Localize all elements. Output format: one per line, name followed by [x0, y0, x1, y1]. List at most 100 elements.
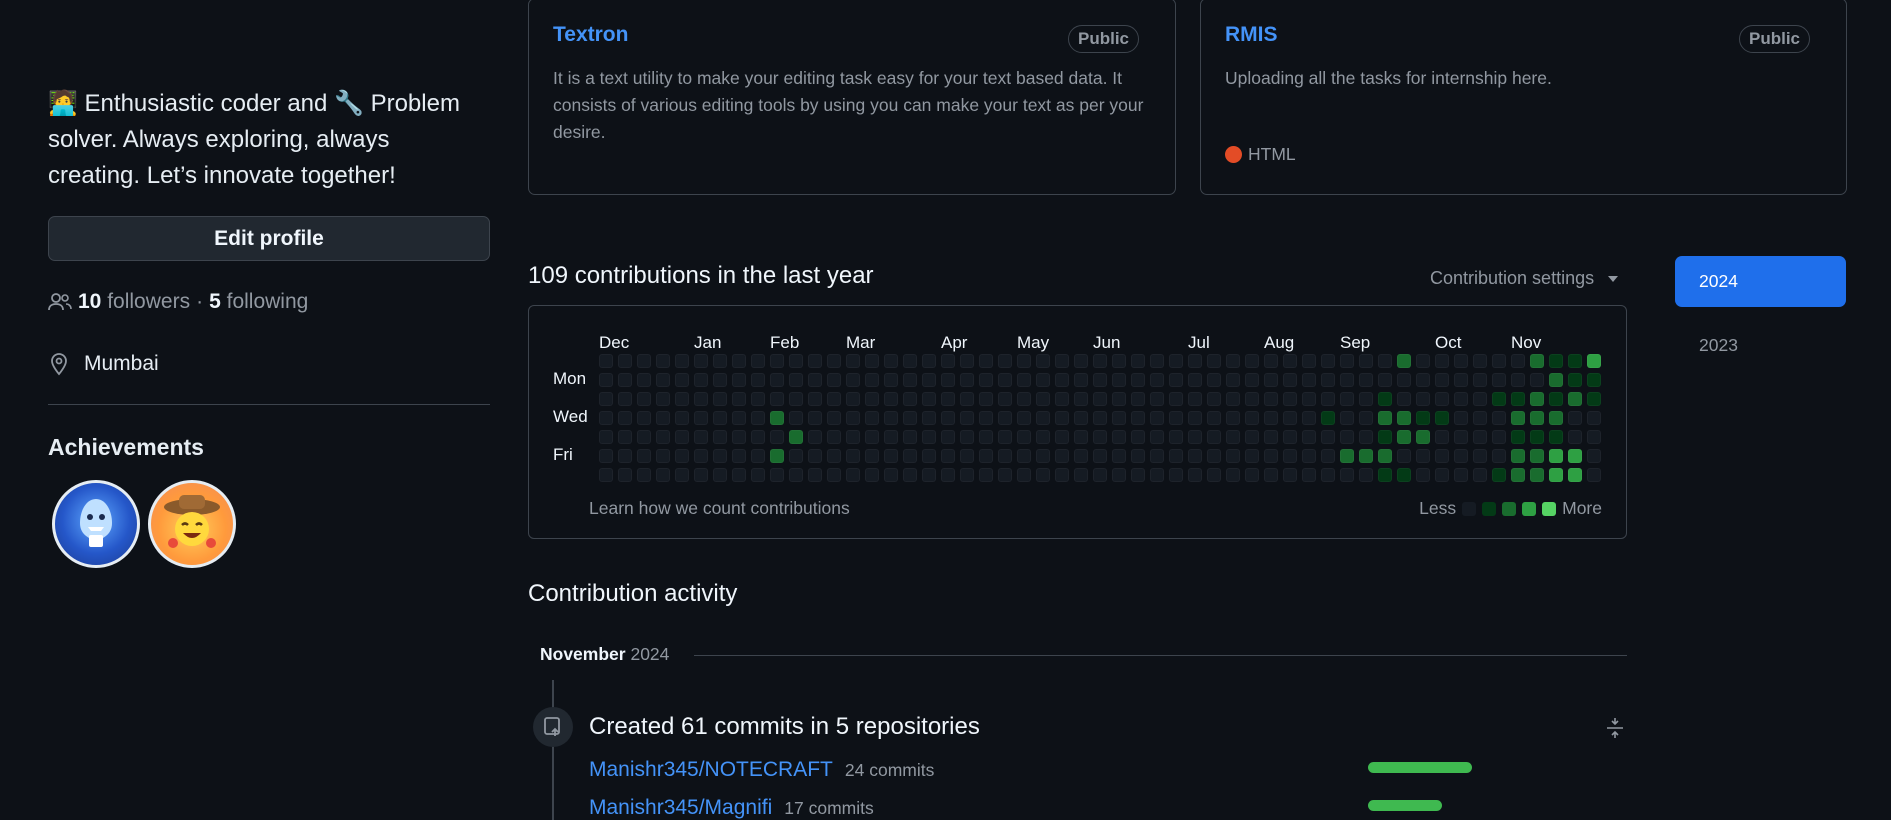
- contribution-day-cell[interactable]: [618, 354, 632, 368]
- contribution-day-cell[interactable]: [1359, 373, 1373, 387]
- contribution-day-cell[interactable]: [675, 430, 689, 444]
- contribution-day-cell[interactable]: [694, 449, 708, 463]
- contribution-day-cell[interactable]: [1473, 392, 1487, 406]
- edit-profile-button[interactable]: Edit profile: [48, 216, 490, 261]
- contribution-day-cell[interactable]: [1207, 354, 1221, 368]
- contribution-day-cell[interactable]: [1397, 468, 1411, 482]
- contribution-day-cell[interactable]: [713, 373, 727, 387]
- contribution-day-cell[interactable]: [1416, 411, 1430, 425]
- contribution-day-cell[interactable]: [1549, 468, 1563, 482]
- contribution-day-cell[interactable]: [637, 430, 651, 444]
- contribution-day-cell[interactable]: [1302, 449, 1316, 463]
- contribution-day-cell[interactable]: [1511, 392, 1525, 406]
- contribution-day-cell[interactable]: [1055, 392, 1069, 406]
- contribution-day-cell[interactable]: [1416, 392, 1430, 406]
- contribution-day-cell[interactable]: [1264, 468, 1278, 482]
- contribution-day-cell[interactable]: [808, 373, 822, 387]
- contribution-day-cell[interactable]: [1169, 392, 1183, 406]
- contribution-day-cell[interactable]: [1321, 392, 1335, 406]
- contribution-day-cell[interactable]: [1207, 430, 1221, 444]
- activity-repo-link[interactable]: Manishr345/NOTECRAFT: [589, 758, 833, 782]
- contribution-day-cell[interactable]: [941, 411, 955, 425]
- contribution-day-cell[interactable]: [1549, 411, 1563, 425]
- contribution-day-cell[interactable]: [960, 392, 974, 406]
- contribution-day-cell[interactable]: [1530, 449, 1544, 463]
- contribution-day-cell[interactable]: [1454, 354, 1468, 368]
- contribution-day-cell[interactable]: [599, 392, 613, 406]
- contribution-day-cell[interactable]: [770, 430, 784, 444]
- contribution-day-cell[interactable]: [922, 468, 936, 482]
- contribution-day-cell[interactable]: [1112, 392, 1126, 406]
- contribution-day-cell[interactable]: [1036, 373, 1050, 387]
- contribution-day-cell[interactable]: [922, 411, 936, 425]
- contribution-day-cell[interactable]: [884, 411, 898, 425]
- contribution-day-cell[interactable]: [1131, 449, 1145, 463]
- repo-link-textron[interactable]: Textron: [553, 23, 628, 47]
- cowboy-achievement-icon[interactable]: [148, 480, 236, 568]
- activity-repo-link[interactable]: Manishr345/Magnifi: [589, 796, 772, 820]
- contribution-day-cell[interactable]: [1074, 411, 1088, 425]
- contribution-day-cell[interactable]: [1435, 411, 1449, 425]
- contribution-day-cell[interactable]: [637, 449, 651, 463]
- contribution-day-cell[interactable]: [922, 449, 936, 463]
- contribution-day-cell[interactable]: [1169, 411, 1183, 425]
- contribution-day-cell[interactable]: [1454, 449, 1468, 463]
- contribution-day-cell[interactable]: [1549, 430, 1563, 444]
- contribution-day-cell[interactable]: [1321, 430, 1335, 444]
- contribution-day-cell[interactable]: [1568, 373, 1582, 387]
- contribution-day-cell[interactable]: [1340, 430, 1354, 444]
- contribution-day-cell[interactable]: [1378, 373, 1392, 387]
- contribution-day-cell[interactable]: [1397, 373, 1411, 387]
- contribution-day-cell[interactable]: [1416, 449, 1430, 463]
- contribution-day-cell[interactable]: [998, 411, 1012, 425]
- contribution-day-cell[interactable]: [1264, 411, 1278, 425]
- contribution-day-cell[interactable]: [1549, 373, 1563, 387]
- contribution-day-cell[interactable]: [1207, 411, 1221, 425]
- contribution-day-cell[interactable]: [1188, 373, 1202, 387]
- contribution-day-cell[interactable]: [656, 392, 670, 406]
- contribution-day-cell[interactable]: [960, 449, 974, 463]
- contribution-day-cell[interactable]: [1454, 411, 1468, 425]
- contribution-day-cell[interactable]: [1473, 430, 1487, 444]
- contribution-day-cell[interactable]: [618, 449, 632, 463]
- contribution-day-cell[interactable]: [1378, 430, 1392, 444]
- contribution-day-cell[interactable]: [770, 373, 784, 387]
- contribution-day-cell[interactable]: [656, 411, 670, 425]
- contribution-day-cell[interactable]: [1226, 411, 1240, 425]
- contribution-day-cell[interactable]: [1017, 411, 1031, 425]
- contribution-day-cell[interactable]: [618, 392, 632, 406]
- contribution-day-cell[interactable]: [1492, 449, 1506, 463]
- contribution-day-cell[interactable]: [1302, 373, 1316, 387]
- contribution-day-cell[interactable]: [770, 468, 784, 482]
- contribution-day-cell[interactable]: [1093, 430, 1107, 444]
- contribution-day-cell[interactable]: [1416, 354, 1430, 368]
- contribution-day-cell[interactable]: [979, 411, 993, 425]
- contribution-day-cell[interactable]: [1188, 449, 1202, 463]
- contribution-day-cell[interactable]: [1283, 430, 1297, 444]
- contribution-day-cell[interactable]: [1378, 449, 1392, 463]
- contribution-day-cell[interactable]: [1302, 411, 1316, 425]
- contribution-day-cell[interactable]: [827, 430, 841, 444]
- contribution-day-cell[interactable]: [1492, 430, 1506, 444]
- contribution-day-cell[interactable]: [903, 354, 917, 368]
- contribution-day-cell[interactable]: [1492, 373, 1506, 387]
- contribution-day-cell[interactable]: [675, 411, 689, 425]
- contribution-day-cell[interactable]: [1397, 354, 1411, 368]
- contribution-day-cell[interactable]: [1112, 354, 1126, 368]
- contribution-day-cell[interactable]: [941, 354, 955, 368]
- contribution-day-cell[interactable]: [637, 392, 651, 406]
- contribution-day-cell[interactable]: [1074, 449, 1088, 463]
- contribution-day-cell[interactable]: [1511, 354, 1525, 368]
- contribution-day-cell[interactable]: [1321, 468, 1335, 482]
- contribution-day-cell[interactable]: [1321, 411, 1335, 425]
- contribution-day-cell[interactable]: [1093, 468, 1107, 482]
- contribution-day-cell[interactable]: [1568, 354, 1582, 368]
- contribution-day-cell[interactable]: [1188, 392, 1202, 406]
- contribution-day-cell[interactable]: [1283, 449, 1297, 463]
- contribution-day-cell[interactable]: [979, 449, 993, 463]
- contribution-day-cell[interactable]: [1074, 430, 1088, 444]
- contribution-day-cell[interactable]: [1511, 430, 1525, 444]
- contribution-day-cell[interactable]: [1492, 468, 1506, 482]
- contribution-day-cell[interactable]: [618, 430, 632, 444]
- contribution-day-cell[interactable]: [941, 392, 955, 406]
